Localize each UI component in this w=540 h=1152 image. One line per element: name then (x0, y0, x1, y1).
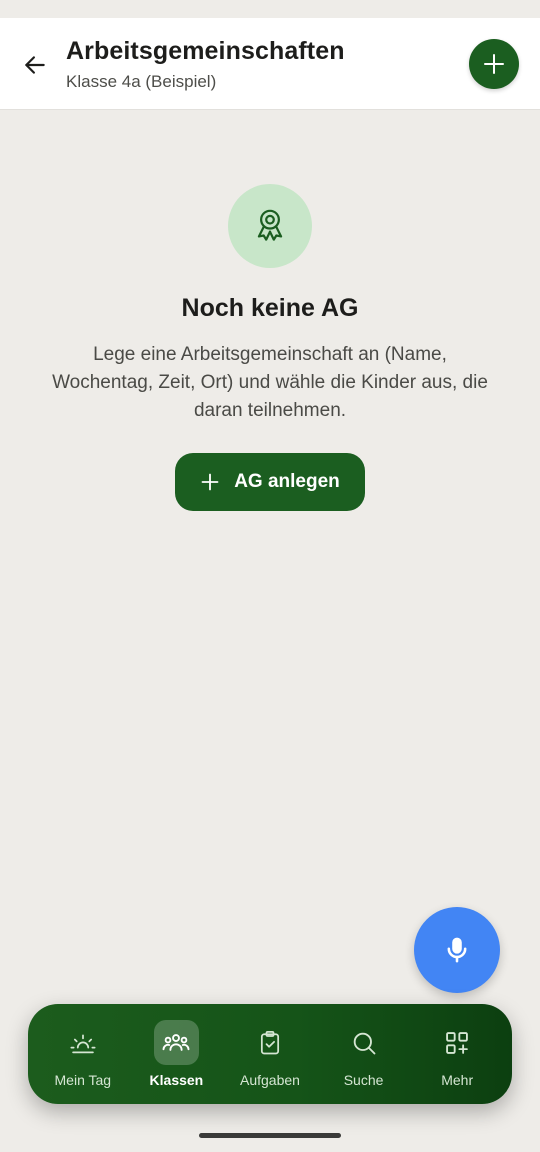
nav-item-mein-tag[interactable]: Mein Tag (40, 1020, 126, 1088)
nav-icon-wrapper (153, 1020, 199, 1065)
clipboard-check-icon (260, 1030, 280, 1054)
sunrise-icon (70, 1034, 96, 1053)
nav-label-klassen: Klassen (149, 1072, 204, 1088)
empty-state-title: Noch keine AG (181, 294, 359, 322)
nav-item-aufgaben[interactable]: Aufgaben (227, 1020, 313, 1088)
empty-state: Noch keine AG Lege eine Arbeitsgemeinsch… (0, 184, 540, 511)
nav-icon-wrapper (341, 1020, 386, 1065)
status-bar (0, 0, 540, 18)
page-title: Arbeitsgemeinschaften (66, 37, 345, 65)
nav-label-mehr: Mehr (441, 1072, 474, 1088)
grid-plus-icon (446, 1031, 469, 1054)
nav-icon-wrapper (247, 1020, 292, 1065)
award-icon (257, 209, 283, 241)
header-titles: Arbeitsgemeinschaften Klasse 4a (Beispie… (66, 37, 345, 92)
nav-label-mein-tag: Mein Tag (54, 1072, 112, 1088)
back-button[interactable] (14, 44, 56, 86)
nav-item-suche[interactable]: Suche (321, 1020, 407, 1088)
nav-item-klassen[interactable]: Klassen (133, 1020, 219, 1088)
page-subtitle: Klasse 4a (Beispiel) (66, 72, 217, 91)
voice-input-button[interactable] (414, 907, 500, 993)
plus-icon (484, 54, 504, 74)
bottom-navigation: Mein Tag Klassen Aufgaben Suche Mehr (28, 1004, 512, 1104)
nav-icon-wrapper (435, 1020, 480, 1065)
nav-label-aufgaben: Aufgaben (240, 1072, 300, 1088)
add-ag-fab[interactable] (469, 39, 519, 89)
plus-icon (201, 473, 219, 491)
app-bar: Arbeitsgemeinschaften Klasse 4a (Beispie… (0, 18, 540, 110)
create-ag-button[interactable]: AG anlegen (175, 453, 365, 511)
nav-label-suche: Suche (343, 1072, 384, 1088)
home-indicator[interactable] (199, 1133, 341, 1138)
empty-state-description: Lege eine Arbeitsgemeinschaft an (Name, … (52, 344, 488, 421)
create-ag-button-label: AG anlegen (234, 471, 340, 492)
nav-icon-wrapper (60, 1020, 105, 1065)
arrow-left-icon (25, 56, 45, 74)
nav-item-mehr[interactable]: Mehr (414, 1020, 500, 1088)
microphone-icon (447, 937, 467, 963)
users-icon (162, 1033, 190, 1051)
empty-state-illustration (228, 184, 312, 268)
search-icon (353, 1032, 376, 1054)
